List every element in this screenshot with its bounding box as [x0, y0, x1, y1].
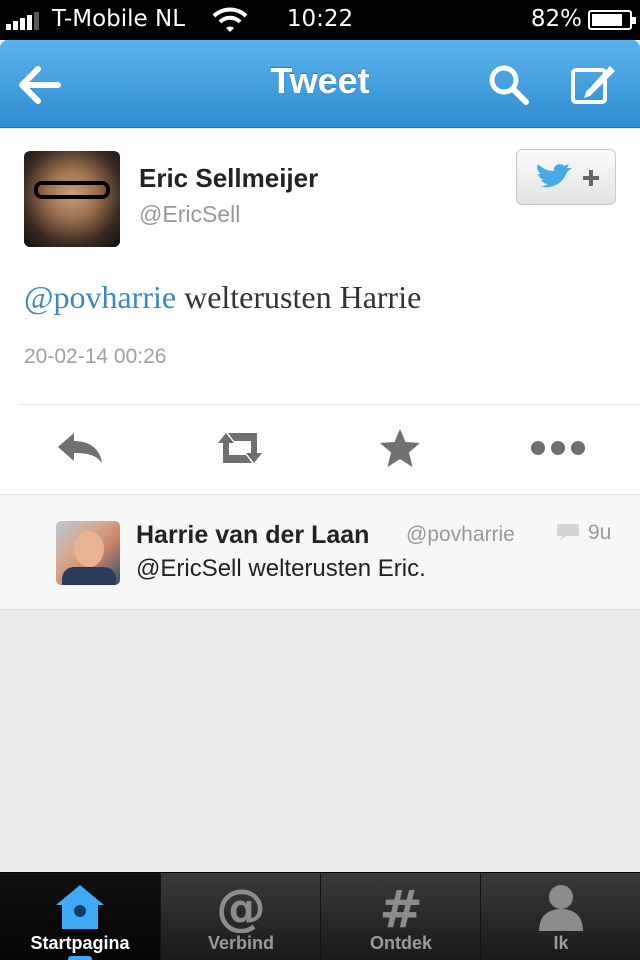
- reply-avatar[interactable]: [56, 521, 120, 585]
- divider: [20, 404, 640, 405]
- battery-fill: [592, 14, 622, 26]
- active-tab-indicator: [68, 956, 92, 960]
- reply-icon[interactable]: [50, 425, 110, 471]
- reply-author-handle: @povharrie: [406, 523, 515, 546]
- tweet-detail: Eric Sellmeijer @EricSell @povharrie wel…: [0, 129, 640, 494]
- mention-link[interactable]: @povharrie: [24, 279, 176, 315]
- conversation-bubble-icon: [557, 524, 579, 541]
- home-birdhouse-icon: [56, 885, 104, 929]
- battery-icon: [588, 10, 636, 30]
- person-icon: [539, 885, 583, 931]
- navigation-bar: Tweet: [0, 40, 640, 128]
- at-sign-icon: @: [216, 881, 266, 933]
- svg-text:#: #: [379, 881, 423, 933]
- tab-startpagina[interactable]: Startpagina: [0, 873, 160, 960]
- tab-ik[interactable]: Ik: [480, 873, 640, 960]
- author-handle: @EricSell: [139, 201, 241, 227]
- retweet-icon[interactable]: [210, 425, 270, 471]
- avatar-shirt: [62, 567, 116, 585]
- status-bar: T-Mobile NL 10:22 82%: [0, 0, 640, 40]
- avatar-glasses: [34, 181, 110, 199]
- author-name[interactable]: Eric Sellmeijer: [139, 163, 318, 194]
- tab-label: Ik: [553, 933, 569, 953]
- compose-icon[interactable]: [568, 60, 618, 110]
- avatar-face: [74, 531, 104, 567]
- reply-time: 9u: [588, 521, 612, 544]
- tweet-timestamp: 20-02-14 00:26: [24, 345, 167, 368]
- reply-author-name[interactable]: Harrie van der Laan: [136, 521, 369, 550]
- tab-label: Verbind: [207, 933, 274, 953]
- reply-item[interactable]: Harrie van der Laan @povharrie 9u @EricS…: [0, 494, 640, 610]
- tab-label: Ontdek: [369, 933, 432, 953]
- tab-bar: Startpagina @ Verbind # Ontdek Ik: [0, 872, 640, 960]
- reply-text: @EricSell welterusten Eric.: [136, 555, 426, 582]
- tab-label: Startpagina: [30, 933, 130, 953]
- page-title: Tweet: [270, 60, 370, 101]
- search-icon[interactable]: [484, 60, 534, 110]
- tweet-body: welterusten Harrie: [176, 279, 422, 315]
- twitter-bird-plus-icon: [537, 164, 599, 188]
- tab-verbind[interactable]: @ Verbind: [160, 873, 320, 960]
- svg-text:@: @: [216, 881, 266, 933]
- tab-ontdek[interactable]: # Ontdek: [320, 873, 480, 960]
- battery-percentage: 82%: [530, 6, 582, 32]
- favorite-star-icon[interactable]: [370, 425, 430, 471]
- follow-button[interactable]: [516, 149, 616, 205]
- author-avatar[interactable]: [24, 151, 120, 247]
- more-dots-icon[interactable]: [528, 425, 588, 471]
- tweet-text: @povharrie welterusten Harrie: [24, 279, 421, 316]
- hashtag-icon: #: [379, 881, 423, 933]
